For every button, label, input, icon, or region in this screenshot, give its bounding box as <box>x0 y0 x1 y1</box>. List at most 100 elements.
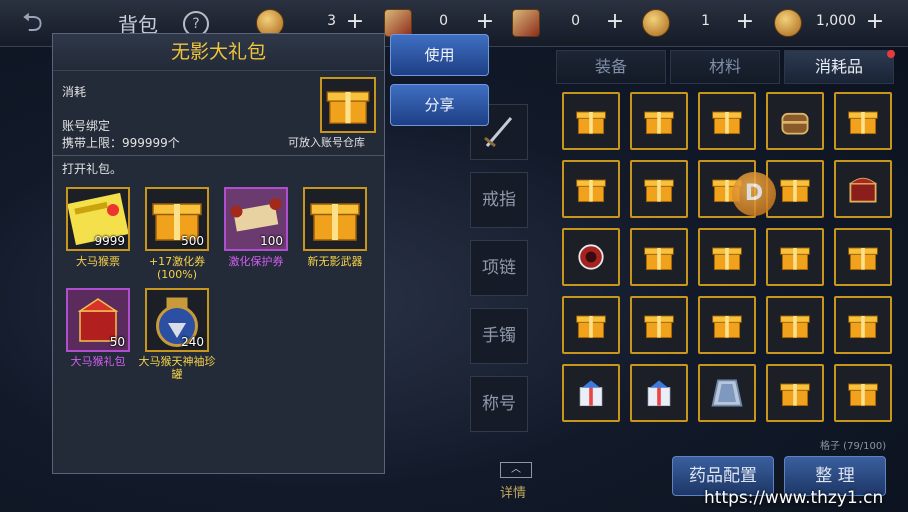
slot-title[interactable]: 称号 <box>470 376 528 432</box>
gift-box-icon <box>712 315 742 339</box>
tab-consumables[interactable]: 消耗品 <box>784 50 894 84</box>
inventory-slot[interactable] <box>766 228 824 286</box>
open-note: 打开礼包。 <box>62 162 123 176</box>
ribbon-gift-icon <box>579 380 603 407</box>
gift-box-icon <box>848 111 878 135</box>
currency-value: 0 <box>439 13 448 29</box>
reward-count: 240 <box>181 335 204 349</box>
inventory-slot[interactable] <box>834 364 892 422</box>
inventory-slot[interactable] <box>630 160 688 218</box>
gift-box-icon <box>576 111 606 135</box>
gift-box-icon <box>848 247 878 271</box>
reward-name: 大马猴礼包 <box>70 355 126 368</box>
inventory-slot[interactable] <box>630 364 688 422</box>
notification-dot <box>887 50 895 58</box>
inventory-slot[interactable] <box>698 228 756 286</box>
red-chest-icon <box>849 177 877 203</box>
gift-box-icon <box>576 315 606 339</box>
currency-bronze-coin: 1 + <box>642 9 758 37</box>
reward-count: 9999 <box>94 234 125 248</box>
reward-count: 500 <box>181 234 204 248</box>
inventory-slot[interactable] <box>834 228 892 286</box>
inventory-slot[interactable] <box>562 364 620 422</box>
inventory-slot[interactable] <box>698 296 756 354</box>
red-badge-icon <box>384 9 412 37</box>
watermark: https://www.thzy1.cn <box>704 488 884 508</box>
gift-box-icon <box>848 315 878 339</box>
tab-materials[interactable]: 材料 <box>670 50 780 84</box>
red-orb-icon <box>578 244 604 270</box>
reward-jar[interactable]: 240 <box>145 288 209 352</box>
reward-name: 大马猴票 <box>76 255 120 268</box>
inventory-slot[interactable] <box>766 296 824 354</box>
reward-count: 100 <box>260 234 283 248</box>
slot-bracelet[interactable]: 手镯 <box>470 308 528 364</box>
currency-value: 0 <box>571 13 580 29</box>
add-currency-button[interactable]: + <box>864 11 886 33</box>
item-detail-popup: 无影大礼包 消耗 账号绑定 携带上限：999999个 可放入账号仓库 打开礼包。… <box>52 33 385 474</box>
chevron-up-icon[interactable]: ︿ <box>500 462 532 478</box>
gift-box-icon <box>310 203 360 241</box>
currency-value: 1,000 <box>815 13 856 29</box>
ribbon-gift-icon <box>647 380 671 407</box>
treasure-chest-icon <box>781 112 809 135</box>
gold-ingot-icon <box>774 9 802 37</box>
bronze-coin-icon <box>642 9 670 37</box>
add-currency-button[interactable]: + <box>734 11 756 33</box>
inventory-slot[interactable] <box>630 296 688 354</box>
share-button[interactable]: 分享 <box>390 84 489 126</box>
carry-limit: 携带上限：999999个 <box>62 136 180 150</box>
reward-protection-ticket[interactable]: 100 <box>224 187 288 251</box>
inventory-slot[interactable] <box>562 92 620 150</box>
reward-gift-box[interactable]: 50 <box>66 288 130 352</box>
inventory-slot[interactable] <box>834 160 892 218</box>
add-currency-button[interactable]: + <box>344 11 366 33</box>
gift-box-icon <box>644 247 674 271</box>
add-currency-button[interactable]: + <box>474 11 496 33</box>
item-category: 消耗 <box>62 85 87 99</box>
account-storage-note: 可放入账号仓库 <box>288 136 365 149</box>
reward-name: 激化保护券 <box>228 255 284 268</box>
reward-enhance-ticket[interactable]: 500 <box>145 187 209 251</box>
gift-box-icon <box>644 111 674 135</box>
inventory-slot[interactable] <box>562 160 620 218</box>
inventory-slot[interactable] <box>766 364 824 422</box>
reward-name: +17激化券(100%) <box>148 255 206 281</box>
detail-button[interactable]: 详情 <box>500 482 526 501</box>
gift-box-icon <box>320 77 376 133</box>
gift-box-icon <box>712 247 742 271</box>
inventory-slot[interactable] <box>834 92 892 150</box>
blue-cloak-icon <box>711 379 743 407</box>
inventory-slot[interactable] <box>562 296 620 354</box>
inventory-slot[interactable] <box>834 296 892 354</box>
inventory-slot[interactable] <box>630 92 688 150</box>
reward-count: 50 <box>109 335 125 349</box>
reward-ticket[interactable]: 9999 <box>66 187 130 251</box>
add-currency-button[interactable]: + <box>604 11 626 33</box>
inventory-grid <box>562 92 902 432</box>
reward-name: 新无影武器 <box>307 255 363 268</box>
tab-equipment[interactable]: 装备 <box>556 50 666 84</box>
currency-red-badge: 0 + <box>384 9 496 37</box>
gift-box-icon <box>712 111 742 135</box>
inventory-slot[interactable] <box>698 364 756 422</box>
gift-box-icon <box>780 247 810 271</box>
inventory-slot[interactable] <box>766 92 824 150</box>
gift-box-icon <box>780 315 810 339</box>
gift-box-icon <box>780 383 810 407</box>
inventory-slot[interactable] <box>698 92 756 150</box>
gift-box-icon <box>848 383 878 407</box>
inventory-slot[interactable] <box>562 228 620 286</box>
currency-value: 1 <box>701 13 710 29</box>
gift-box-icon <box>576 179 606 203</box>
popup-title: 无影大礼包 <box>53 34 384 71</box>
slot-ring[interactable]: 戒指 <box>470 172 528 228</box>
slot-necklace[interactable]: 项链 <box>470 240 528 296</box>
divider <box>53 155 384 156</box>
reward-weapon[interactable] <box>303 187 367 251</box>
inventory-slot[interactable] <box>630 228 688 286</box>
use-button[interactable]: 使用 <box>390 34 489 76</box>
inventory-capacity: 格子 (79/100) <box>820 441 887 452</box>
bind-status: 账号绑定 <box>62 119 111 133</box>
d-coin-icon: D <box>732 172 776 216</box>
